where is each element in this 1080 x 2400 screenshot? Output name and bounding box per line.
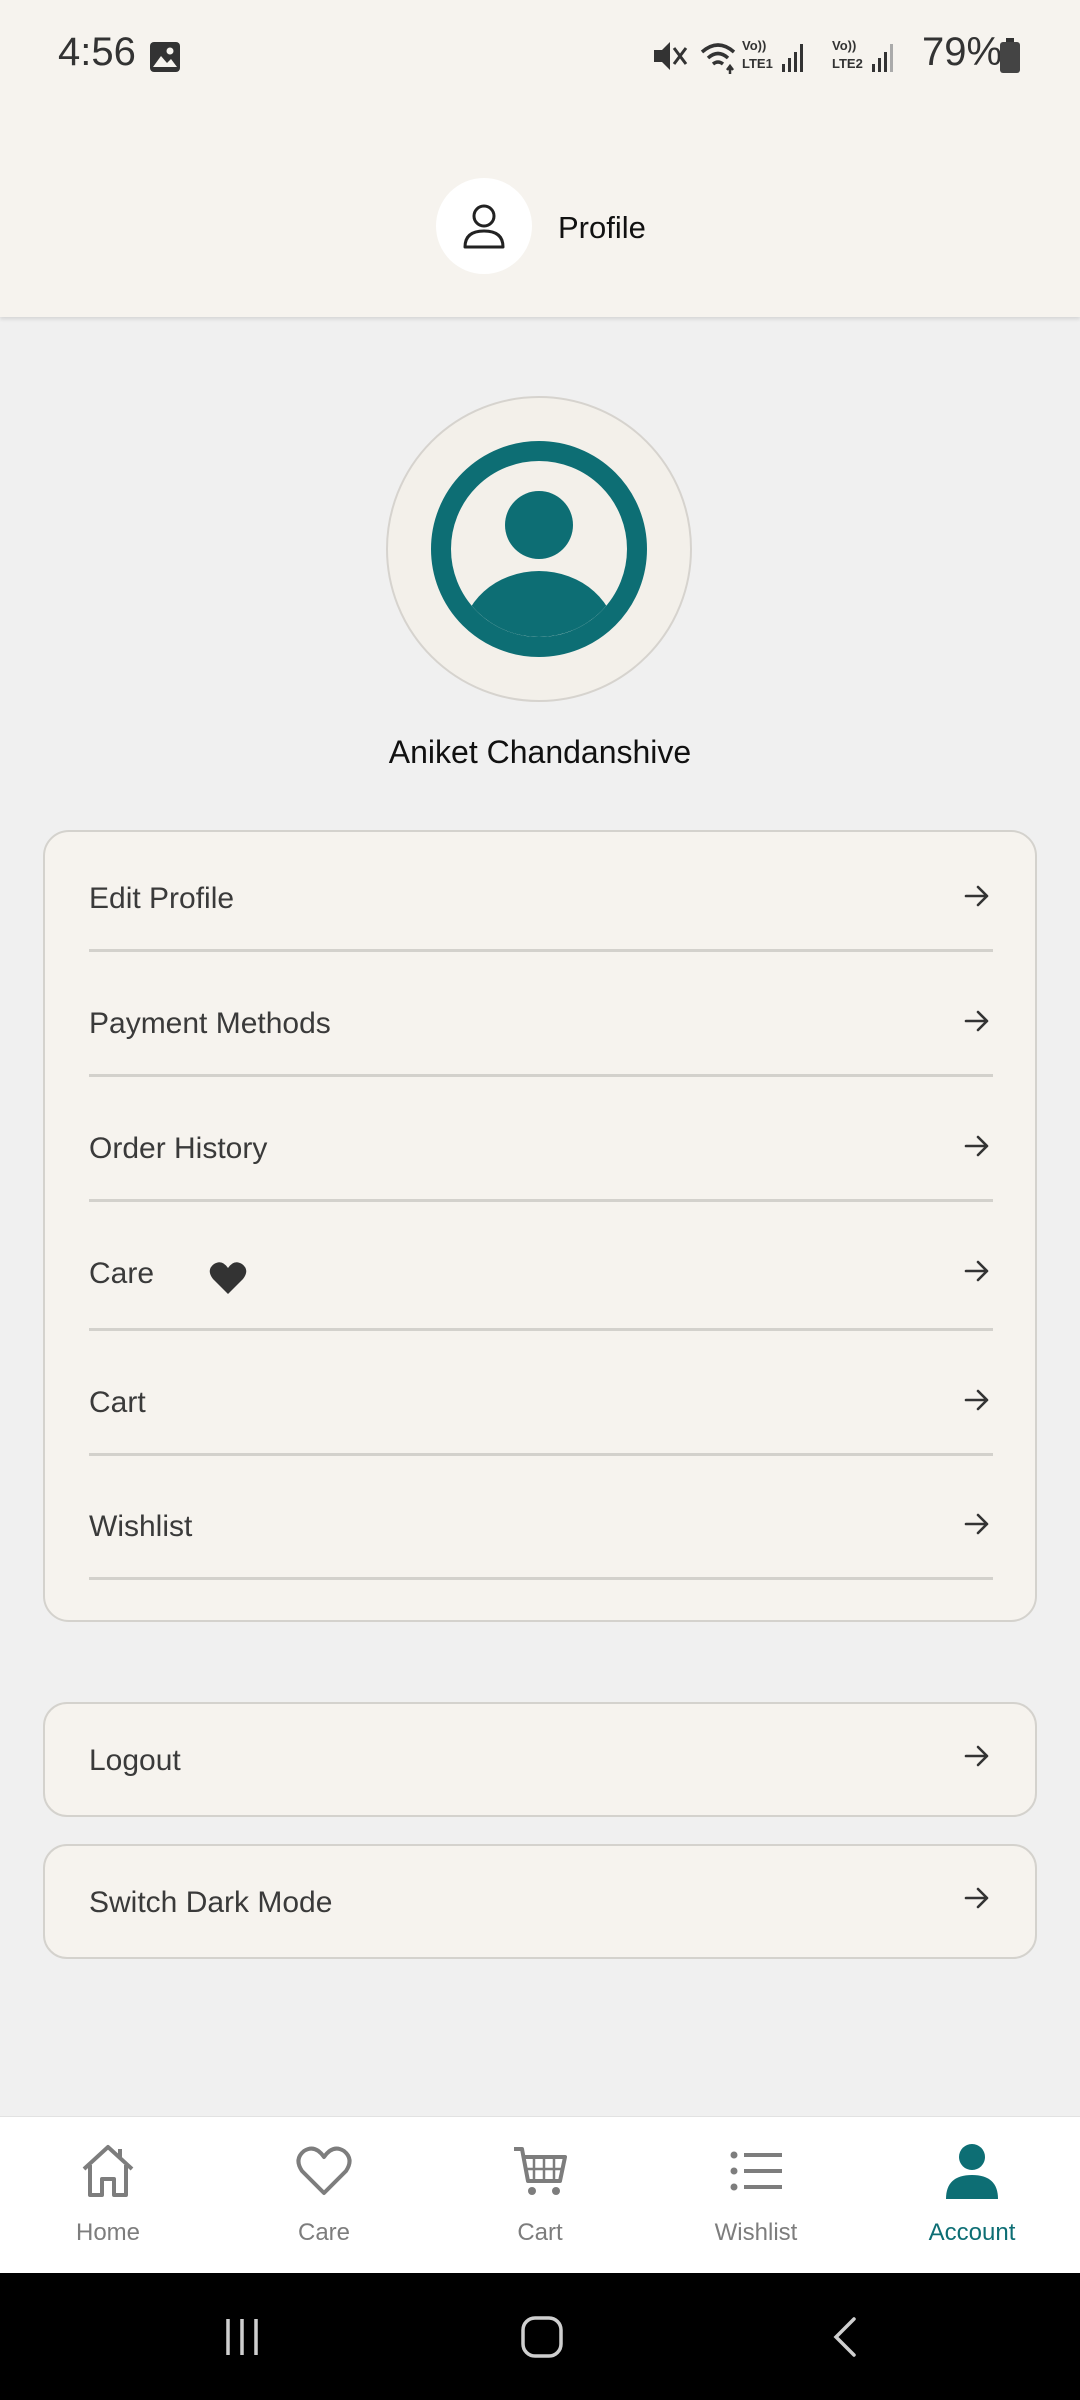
status-time: 4:56 — [58, 30, 136, 74]
logout-label: Logout — [89, 1744, 181, 1777]
page-header: Profile — [0, 178, 1080, 278]
dark-mode-label: Switch Dark Mode — [89, 1886, 333, 1919]
heart-icon — [209, 1261, 247, 1300]
bottom-nav: Home Care Cart Wishlist Account — [0, 2116, 1080, 2274]
user-name: Aniket Chandanshive — [388, 734, 692, 770]
menu-item-label: Care — [89, 1257, 155, 1290]
nav-home[interactable]: Home — [0, 2117, 216, 2274]
svg-text:Vo)): Vo)) — [832, 38, 856, 53]
gallery-icon — [148, 40, 182, 79]
wifi-icon — [700, 43, 736, 74]
arrow-right-icon — [963, 1510, 991, 1543]
menu-item-care[interactable]: Care — [89, 1227, 993, 1331]
logout-button[interactable]: Logout — [43, 1702, 1037, 1817]
menu-item-wishlist[interactable]: Wishlist — [89, 1480, 993, 1580]
top-app-bar: 4:56 Vo)) LTE1 Vo)) LTE2 79% Profile — [0, 0, 1080, 317]
avatar[interactable] — [386, 396, 692, 702]
arrow-right-icon — [963, 882, 991, 915]
menu-item-payment-methods[interactable]: Payment Methods — [89, 977, 993, 1077]
signal-lte1-icon: Vo)) LTE1 — [742, 38, 803, 72]
list-icon — [648, 2141, 864, 2205]
nav-label: Home — [75, 2219, 141, 2246]
svg-text:LTE2: LTE2 — [832, 56, 863, 71]
divider — [89, 1453, 993, 1456]
battery-percent: 79% — [922, 30, 1003, 74]
back-icon[interactable] — [786, 2273, 906, 2400]
account-avatar-icon — [431, 441, 647, 657]
home-circle-icon[interactable] — [482, 2273, 602, 2400]
mute-icon — [654, 42, 688, 70]
profile-menu: Edit Profile Payment Methods Order Histo… — [43, 830, 1037, 1622]
divider — [89, 949, 993, 952]
page-title: Profile — [558, 210, 646, 245]
arrow-right-icon — [963, 1132, 991, 1165]
person-outline-icon — [436, 178, 532, 274]
menu-item-cart[interactable]: Cart — [89, 1356, 993, 1456]
recents-icon[interactable] — [182, 2273, 302, 2400]
nav-label: Care — [297, 2219, 351, 2246]
svg-text:LTE1: LTE1 — [742, 56, 773, 71]
system-nav-bar — [0, 2273, 1080, 2400]
status-bar: 4:56 Vo)) LTE1 Vo)) LTE2 79% — [0, 0, 1080, 112]
divider — [89, 1074, 993, 1077]
arrow-right-icon — [963, 1257, 991, 1290]
divider — [89, 1577, 993, 1580]
signal-lte2-icon: Vo)) LTE2 — [832, 38, 893, 72]
heart-outline-icon — [216, 2141, 432, 2205]
person-filled-icon — [864, 2141, 1080, 2205]
nav-cart[interactable]: Cart — [432, 2117, 648, 2274]
nav-label: Cart — [517, 2219, 563, 2246]
nav-care[interactable]: Care — [216, 2117, 432, 2274]
arrow-right-icon — [963, 1742, 991, 1775]
arrow-right-icon — [963, 1386, 991, 1419]
nav-label: Wishlist — [714, 2219, 798, 2246]
home-icon — [0, 2141, 216, 2205]
menu-item-label: Edit Profile — [89, 882, 235, 915]
svg-text:Vo)): Vo)) — [742, 38, 766, 53]
nav-account[interactable]: Account — [864, 2117, 1080, 2274]
menu-item-label: Cart — [89, 1386, 146, 1419]
nav-wishlist[interactable]: Wishlist — [648, 2117, 864, 2274]
cart-icon — [432, 2141, 648, 2205]
menu-item-edit-profile[interactable]: Edit Profile — [89, 852, 993, 952]
status-icons: Vo)) LTE1 Vo)) LTE2 — [652, 36, 912, 81]
arrow-right-icon — [963, 1884, 991, 1917]
dark-mode-button[interactable]: Switch Dark Mode — [43, 1844, 1037, 1959]
nav-label: Account — [928, 2219, 1016, 2246]
menu-item-label: Wishlist — [89, 1510, 193, 1543]
menu-item-order-history[interactable]: Order History — [89, 1102, 993, 1202]
divider — [89, 1328, 993, 1331]
menu-item-label: Payment Methods — [89, 1007, 331, 1040]
battery-icon — [998, 38, 1022, 79]
arrow-right-icon — [963, 1007, 991, 1040]
divider — [89, 1199, 993, 1202]
menu-item-label: Order History — [89, 1132, 268, 1165]
